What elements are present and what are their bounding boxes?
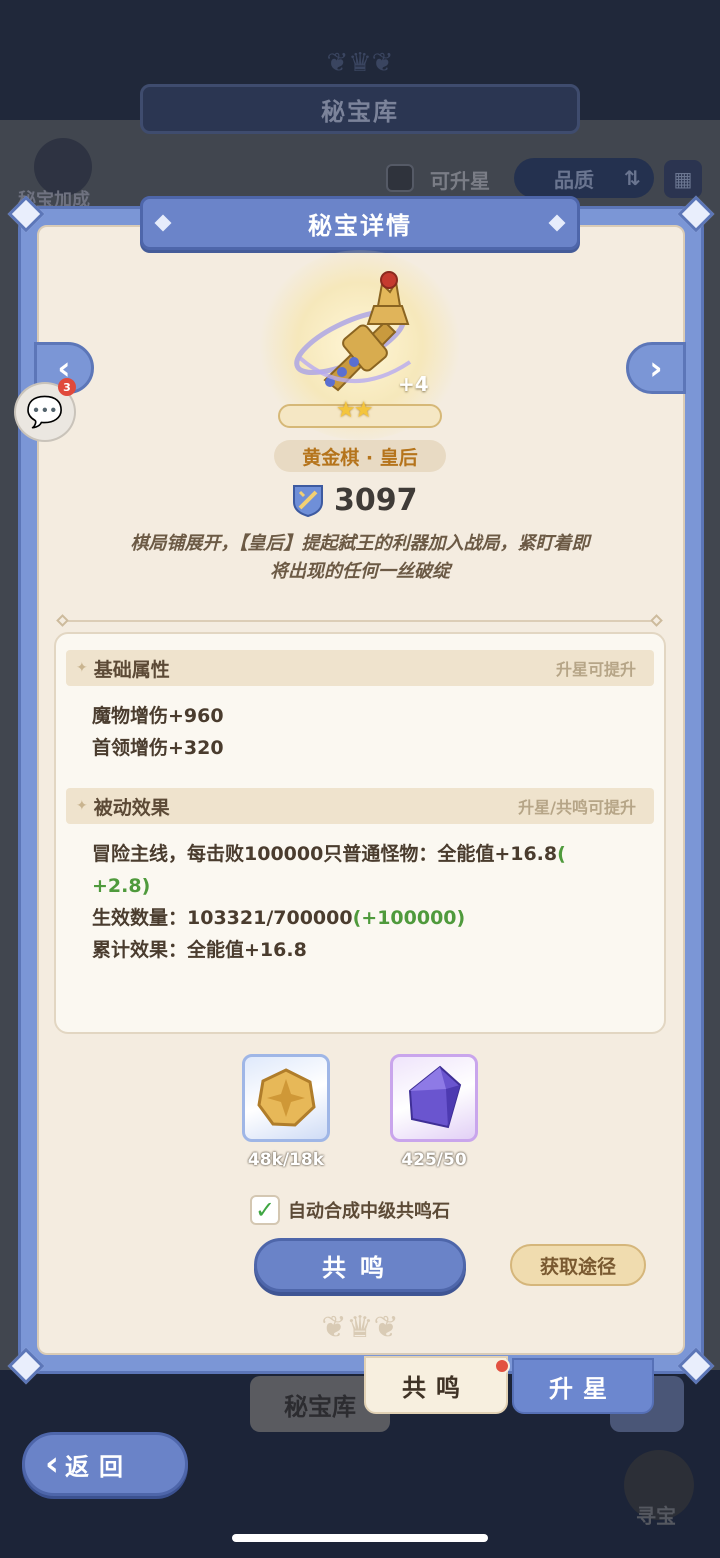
passive-effect-bonus: +2.8) bbox=[92, 875, 151, 897]
quality-sort-label: 品质 bbox=[554, 167, 594, 192]
treasure-hunt-label: 寻宝 bbox=[636, 1504, 676, 1528]
passive-effect-hint: 升星/共鸣可提升 bbox=[518, 798, 636, 817]
crest-ornament-icon: ❦♛❦ bbox=[326, 48, 394, 78]
gem-material-count: 425/50 bbox=[401, 1150, 467, 1170]
combat-power-value: 3097 bbox=[334, 482, 418, 518]
diamond-ornament-icon bbox=[154, 214, 172, 232]
passive-effect-header: ✦ 被动效果 升星/共鸣可提升 bbox=[66, 788, 654, 824]
coin-material-slot[interactable] bbox=[242, 1054, 330, 1142]
upgradeable-filter-checkbox[interactable] bbox=[386, 164, 414, 192]
base-attributes-hint: 升星可提升 bbox=[555, 660, 636, 679]
sparkle-icon: ✦ bbox=[76, 798, 88, 814]
attributes-panel bbox=[54, 632, 666, 1034]
crest-ornament-icon: ❦♛❦ bbox=[321, 1310, 399, 1345]
description-line-1: 棋局铺展开，【皇后】提起弑王的利器加入战局，紧盯着即 bbox=[130, 533, 590, 554]
tab-upgrade-star[interactable]: 升星 bbox=[512, 1358, 654, 1414]
resonate-button[interactable]: 共鸣 bbox=[254, 1238, 466, 1292]
item-stars: ★★ bbox=[336, 398, 373, 423]
tab-notification-dot bbox=[494, 1358, 510, 1374]
resonance-gem-icon bbox=[408, 1065, 462, 1129]
next-item-button[interactable]: › bbox=[626, 342, 686, 394]
gem-material-slot[interactable] bbox=[390, 1054, 478, 1142]
chevron-right-icon: › bbox=[649, 349, 663, 387]
checkmark-icon: ✓ bbox=[254, 1196, 276, 1224]
diamond-ornament-icon bbox=[548, 214, 566, 232]
chat-unread-badge: 3 bbox=[58, 378, 76, 396]
base-attribute-line: 魔物增伤+960 bbox=[92, 705, 224, 727]
item-description: 棋局铺展开，【皇后】提起弑王的利器加入战局，紧盯着即 将出现的任何一丝破绽 bbox=[80, 530, 640, 586]
base-attributes-header: ✦ 基础属性 升星可提升 bbox=[66, 650, 654, 686]
list-view-icon[interactable]: ▦ bbox=[664, 160, 702, 198]
upgradeable-filter-label: 可升星 bbox=[430, 169, 490, 193]
get-source-button[interactable]: 获取途径 bbox=[510, 1244, 646, 1286]
power-row: 3097 bbox=[290, 480, 418, 520]
back-button[interactable]: ‹ 返回 bbox=[22, 1432, 188, 1496]
modal-title-text: 秘宝详情 bbox=[308, 211, 412, 240]
home-indicator[interactable] bbox=[232, 1534, 488, 1542]
sort-toggle-icon: ⇅ bbox=[624, 166, 641, 190]
item-name: 黄金棋 · 皇后 bbox=[274, 440, 446, 472]
base-attribute-line: 首领增伤+320 bbox=[92, 737, 224, 759]
tab-resonate[interactable]: 共鸣 bbox=[364, 1356, 508, 1414]
passive-effect-total: 累计效果：全能值+16.8 bbox=[92, 939, 307, 961]
description-line-2: 将出现的任何一丝破绽 bbox=[270, 561, 450, 582]
auto-synthesize-row: ✓ 自动合成中级共鸣石 bbox=[250, 1194, 450, 1226]
sparkle-icon: ✦ bbox=[76, 660, 88, 676]
base-attributes-title: 基础属性 bbox=[93, 658, 170, 681]
modal-title: 秘宝详情 bbox=[140, 196, 580, 250]
combat-power-icon bbox=[293, 485, 323, 518]
coin-material-count: 48k/18k bbox=[247, 1150, 325, 1170]
passive-effect-count: 生效数量：103321/700000(+100000) bbox=[92, 907, 466, 929]
item-level: +4 bbox=[398, 372, 429, 396]
back-arrow-icon: ‹ bbox=[45, 1444, 60, 1484]
gold-coin-icon bbox=[257, 1068, 316, 1127]
chat-bubble-icon: 💬 bbox=[26, 394, 64, 430]
auto-synthesize-checkbox[interactable]: ✓ bbox=[250, 1195, 280, 1225]
auto-synthesize-label: 自动合成中级共鸣石 bbox=[288, 1201, 450, 1222]
section-divider bbox=[62, 620, 658, 622]
quality-sort-button[interactable]: 品质 ⇅ bbox=[514, 158, 654, 198]
passive-effect-line-1: 冒险主线，每击败100000只普通怪物：全能值+16.8( bbox=[92, 843, 566, 865]
treasury-title: 秘宝库 bbox=[140, 84, 580, 134]
back-button-label: 返回 bbox=[65, 1452, 134, 1481]
passive-effect-title: 被动效果 bbox=[93, 796, 170, 819]
